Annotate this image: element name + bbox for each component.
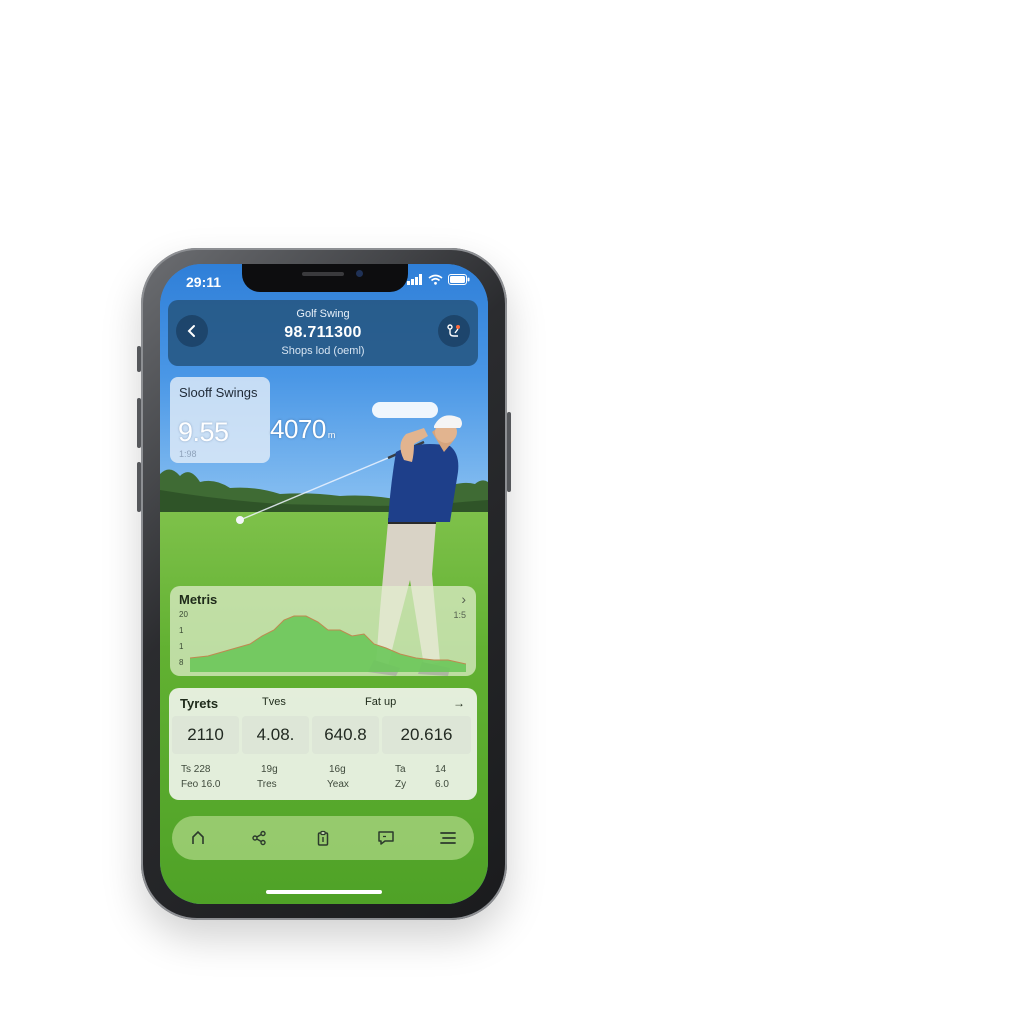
header-value: 98.711300	[284, 324, 362, 341]
sub-cell: Yeax	[327, 779, 349, 790]
table-cell: 640.8	[312, 716, 379, 754]
table-cell: 4.08.	[242, 716, 309, 754]
table-cell: 2110	[172, 716, 239, 754]
sub-cell: 19g	[261, 764, 278, 775]
distance-value: 4070	[270, 414, 326, 444]
table-cell: 20.616	[382, 716, 471, 754]
swings-small-value: 1:98	[179, 449, 197, 459]
nav-clipboard[interactable]	[311, 826, 335, 850]
share-icon	[252, 830, 266, 846]
y-tick: 20	[179, 610, 188, 619]
sub-cell: Tres	[257, 779, 277, 790]
metrics-area-chart	[190, 615, 466, 672]
sub-cell: Feo 16.0	[181, 779, 221, 790]
share-button[interactable]	[438, 315, 470, 347]
sub-cell: Ts 228	[181, 764, 211, 775]
table-header-fat-up: Fat up	[365, 696, 397, 708]
metrics-card[interactable]: Metris › 1:5 20 1 1 8	[170, 586, 476, 676]
sub-cell: 16g	[329, 764, 346, 775]
clipboard-icon	[317, 830, 329, 846]
status-time: 29:11	[186, 274, 222, 290]
header-card: Golf Swing 98.711300 Shops lod (oeml)	[168, 300, 478, 366]
distance-unit: m	[327, 430, 336, 440]
table-header-tyrets: Tyrets	[180, 696, 219, 711]
sub-cell: Zy	[395, 779, 407, 790]
header-subtitle: Shops lod (oeml)	[281, 345, 365, 357]
mute-switch	[137, 346, 141, 372]
header-title: Golf Swing	[296, 308, 350, 320]
home-icon	[192, 830, 204, 844]
golf-ball	[236, 516, 244, 524]
y-tick: 1	[179, 626, 184, 635]
y-tick: 8	[179, 658, 184, 667]
swings-card[interactable]: Slooff Swings 9.55 1:98	[170, 377, 270, 463]
y-tick: 1	[179, 642, 184, 651]
nav-chat[interactable]	[374, 826, 398, 850]
status-icons	[407, 274, 470, 285]
distance-overlay: 4070 m	[270, 414, 335, 445]
chevron-right-icon[interactable]: ›	[461, 591, 466, 607]
nav-share[interactable]	[247, 826, 271, 850]
arrow-right-icon[interactable]: →	[453, 696, 465, 710]
wifi-icon	[428, 274, 443, 285]
front-camera	[356, 270, 363, 277]
stats-table-card: Tyrets Tves Fat up → 2110 4.08. 640.8 20…	[169, 688, 477, 800]
chat-icon	[378, 831, 394, 845]
nav-home[interactable]	[186, 826, 210, 850]
phone-screen: 29:11 Golf Swing 98.711300 Shops lod (oe…	[160, 264, 488, 904]
branch-icon	[447, 324, 460, 337]
metrics-title: Metris	[179, 592, 218, 607]
volume-up-button	[137, 398, 141, 448]
nav-menu[interactable]	[436, 826, 460, 850]
sub-cell: Ta	[395, 764, 406, 775]
notch	[242, 264, 408, 292]
power-button	[507, 412, 511, 492]
sub-cell: 6.0	[435, 779, 449, 790]
bottom-nav	[172, 816, 474, 860]
speaker	[302, 272, 344, 276]
swings-value: 9.55	[178, 417, 229, 447]
sub-cell: 14	[435, 764, 447, 775]
table-value-row: 2110 4.08. 640.8 20.616	[172, 716, 471, 754]
table-header-tves: Tves	[262, 696, 286, 708]
volume-down-button	[137, 462, 141, 512]
swings-title: Slooff Swings	[179, 385, 258, 400]
battery-icon	[448, 274, 470, 285]
home-indicator[interactable]	[266, 890, 382, 894]
signal-icon	[407, 274, 422, 285]
metrics-area	[190, 616, 466, 672]
menu-icon	[440, 832, 456, 844]
